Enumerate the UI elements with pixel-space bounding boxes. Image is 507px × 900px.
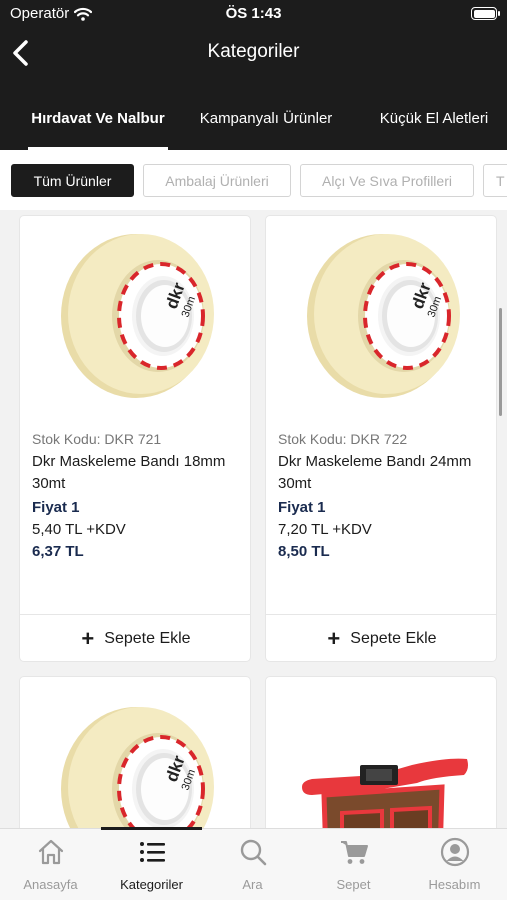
product-image bbox=[20, 216, 250, 416]
filter-chips: Tüm Ürünler Ambalaj Ürünleri Alçı Ve Sıv… bbox=[0, 150, 507, 210]
tape-roll-icon bbox=[59, 232, 216, 400]
tape-roll-icon bbox=[59, 705, 216, 828]
chip-partial[interactable]: T bbox=[483, 164, 507, 197]
tab-hirdavat-ve-nalbur[interactable]: Hırdavat Ve Nalbur bbox=[28, 88, 168, 150]
status-time: ÖS 1:43 bbox=[225, 5, 282, 22]
add-to-cart-button[interactable]: + Sepete Ekle bbox=[20, 614, 250, 661]
product-card[interactable]: Stok Kodu: DKR 721 Dkr Maskeleme Bandı 1… bbox=[19, 215, 251, 662]
tab-kucuk-el-aletleri[interactable]: Küçük El Aletleri bbox=[365, 88, 503, 150]
product-name: Dkr Maskeleme Bandı 18mm 30mt bbox=[32, 453, 226, 492]
list-icon bbox=[140, 842, 165, 862]
product-grid: Stok Kodu: DKR 721 Dkr Maskeleme Bandı 1… bbox=[0, 210, 507, 828]
tape-roll-icon bbox=[305, 232, 462, 400]
active-tab-indicator bbox=[101, 827, 202, 830]
tab-label: Kampanyalı Ürünler bbox=[199, 110, 333, 127]
status-bar: Operatör ÖS 1:43 bbox=[0, 0, 507, 28]
chip-tum-urunler[interactable]: Tüm Ürünler bbox=[11, 164, 134, 197]
scrollbar[interactable] bbox=[499, 308, 502, 416]
product-card[interactable] bbox=[265, 676, 497, 828]
price-excl-vat: 5,40 TL +KDV bbox=[32, 521, 126, 538]
product-image bbox=[266, 677, 496, 828]
product-image bbox=[20, 687, 250, 828]
tab-label: Hesabım bbox=[428, 877, 481, 892]
product-image bbox=[266, 216, 496, 416]
tab-ara[interactable]: Ara bbox=[202, 829, 303, 900]
bottom-tab-bar: Anasayfa Kategoriler Ara Sepet Hesabım bbox=[0, 827, 507, 900]
stock-code: Stok Kodu: DKR 722 bbox=[278, 431, 408, 447]
cart-icon bbox=[341, 841, 368, 864]
search-icon bbox=[240, 839, 267, 866]
plus-icon: + bbox=[81, 625, 95, 651]
tool-belt-icon bbox=[302, 758, 468, 828]
tab-label: Küçük El Aletleri bbox=[379, 110, 489, 127]
price-label: Fiyat 1 bbox=[278, 499, 326, 516]
plus-icon: + bbox=[327, 625, 341, 651]
category-tabs: Hırdavat Ve Nalbur Kampanyalı Ürünler Kü… bbox=[0, 88, 507, 150]
tab-anasayfa[interactable]: Anasayfa bbox=[0, 829, 101, 900]
tab-kategoriler[interactable]: Kategoriler bbox=[101, 827, 202, 900]
price-total: 6,37 TL bbox=[32, 543, 84, 560]
tab-label: Sepet bbox=[336, 877, 371, 892]
top-bar: Operatör ÖS 1:43 Kategoriler Hırdavat Ve… bbox=[0, 0, 507, 150]
product-name: Dkr Maskeleme Bandı 24mm 30mt bbox=[278, 453, 472, 492]
tab-label: Ara bbox=[242, 877, 263, 892]
account-icon bbox=[440, 837, 470, 867]
tab-sepet[interactable]: Sepet bbox=[303, 829, 404, 900]
add-to-cart-label: Sepete Ekle bbox=[104, 629, 191, 647]
battery-icon bbox=[471, 7, 500, 20]
product-card[interactable] bbox=[19, 676, 251, 828]
price-excl-vat: 7,20 TL +KDV bbox=[278, 521, 372, 538]
chip-alci-ve-siva-profilleri[interactable]: Alçı Ve Sıva Profilleri bbox=[300, 164, 474, 197]
navigation-bar: Kategoriler bbox=[0, 28, 507, 78]
add-to-cart-label: Sepete Ekle bbox=[350, 629, 437, 647]
tab-kampanyali-urunler[interactable]: Kampanyalı Ürünler bbox=[186, 88, 346, 150]
product-card[interactable]: Stok Kodu: DKR 722 Dkr Maskeleme Bandı 2… bbox=[265, 215, 497, 662]
chip-ambalaj-urunleri[interactable]: Ambalaj Ürünleri bbox=[143, 164, 291, 197]
tab-label: Anasayfa bbox=[23, 877, 78, 892]
price-label: Fiyat 1 bbox=[32, 499, 80, 516]
tab-label: Hırdavat Ve Nalbur bbox=[31, 110, 165, 127]
add-to-cart-button[interactable]: + Sepete Ekle bbox=[266, 614, 496, 661]
price-total: 8,50 TL bbox=[278, 543, 330, 560]
page-title: Kategoriler bbox=[207, 41, 300, 62]
home-icon bbox=[38, 839, 64, 865]
stock-code: Stok Kodu: DKR 721 bbox=[32, 431, 162, 447]
tab-label: Kategoriler bbox=[120, 877, 183, 892]
tab-hesabim[interactable]: Hesabım bbox=[404, 829, 505, 900]
